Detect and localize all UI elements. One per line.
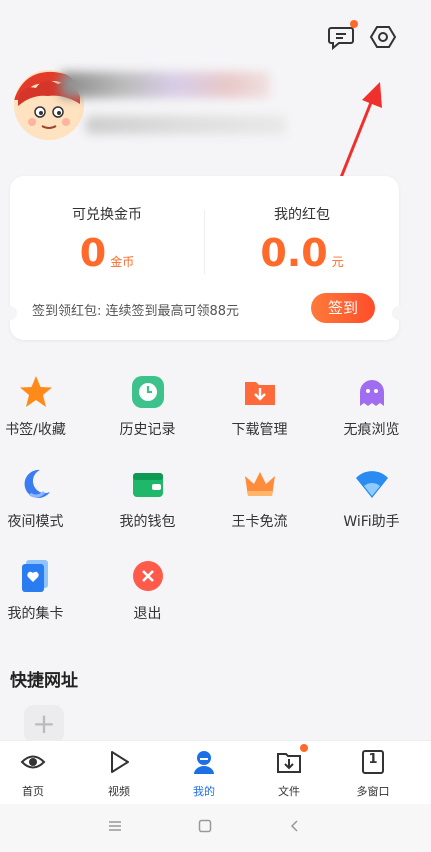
sign-in-promo-text: 签到领红包: 连续签到最高可领88元 [32,304,240,319]
person-icon [191,749,217,775]
username-redacted [60,72,270,98]
feature-history[interactable]: 历史记录 [94,368,201,454]
files-notification-dot [300,744,308,752]
system-nav-bar [0,804,431,852]
feature-incognito[interactable]: 无痕浏览 [318,368,425,454]
play-icon [106,749,132,775]
feature-label: 我的钱包 [119,514,176,530]
feature-label: WiFi助手 [343,514,400,530]
wallet-card: 可兑换金币 0 金币 我的红包 0.0 元 签到领红包: 连续签到最高可领88元 签… [3,176,406,340]
feature-wifi[interactable]: WiFi助手 [318,460,425,546]
menu-icon[interactable] [108,818,122,837]
home-icon[interactable] [198,818,212,837]
exit-icon [130,558,166,594]
feature-night-mode[interactable]: 夜间模式 [0,460,89,546]
clock-icon [130,374,166,410]
bottom-tab-bar: 首页 视频 我的 文件 1 多窗口 [0,740,431,804]
profile-header [0,0,431,170]
feature-label: 下载管理 [231,422,288,438]
user-info-redacted [86,116,286,134]
wallet-icon [130,466,166,502]
tab-video[interactable]: 视频 [76,749,162,799]
tab-label: 我的 [193,785,215,798]
redpacket-section[interactable]: 我的红包 0.0 元 [205,204,399,285]
feature-downloads[interactable]: 下载管理 [206,368,313,454]
coins-section[interactable]: 可兑换金币 0 金币 [10,204,204,285]
tab-label: 多窗口 [356,785,390,798]
tab-mine[interactable]: 我的 [161,749,247,799]
file-folder-icon [276,744,308,775]
download-folder-icon [242,374,278,410]
tab-label: 文件 [278,785,300,798]
redpacket-label: 我的红包 [274,207,330,223]
feature-label: 退出 [133,606,162,622]
crown-icon [242,466,278,502]
message-bubble-icon[interactable] [326,20,358,52]
wifi-icon [354,466,390,502]
tab-files[interactable]: 文件 [246,744,332,799]
feature-king-card[interactable]: 王卡免流 [206,460,313,546]
windows-icon: 1 [360,749,386,775]
sign-in-button[interactable]: 签到 [311,293,375,323]
feature-label: 历史记录 [119,422,176,438]
tab-label: 首页 [22,785,44,798]
add-shortcut-button[interactable]: + [24,705,64,743]
redpacket-unit: 元 [331,255,344,269]
coins-unit: 金币 [110,255,135,269]
coins-label: 可兑换金币 [72,207,142,223]
card-notch-right [392,306,406,320]
back-icon[interactable] [288,818,302,837]
window-count: 1 [368,752,378,767]
feature-logout[interactable]: 退出 [94,552,201,638]
feature-label: 夜间模式 [7,514,64,530]
moon-icon [18,466,54,502]
feature-label: 王卡免流 [231,514,288,530]
tab-home[interactable]: 首页 [0,749,76,799]
hexagon-settings-icon[interactable] [368,22,398,52]
tab-label: 视频 [108,785,130,798]
feature-label: 我的集卡 [7,606,64,622]
ghost-icon [354,374,390,410]
feature-bookmarks[interactable]: 书签/收藏 [0,368,89,454]
message-notification-dot [350,20,358,28]
tab-windows[interactable]: 1 多窗口 [330,749,416,799]
star-icon [18,374,54,410]
card-icon [18,558,54,594]
feature-wallet[interactable]: 我的钱包 [94,460,201,546]
card-notch-left [3,306,17,320]
redpacket-value: 0.0 [260,231,328,275]
feature-label: 无痕浏览 [343,422,400,438]
eye-icon [20,749,46,775]
feature-label: 书签/收藏 [5,422,66,438]
shortcuts-title: 快捷网址 [10,671,78,691]
feature-card-collection[interactable]: 我的集卡 [0,552,89,638]
coins-value: 0 [79,231,107,275]
